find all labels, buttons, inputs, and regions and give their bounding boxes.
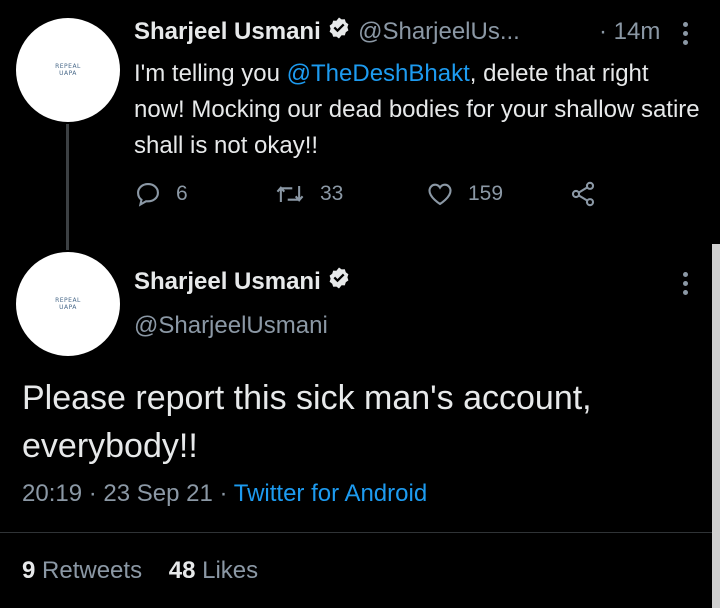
like-count: 159 [468,182,504,205]
more-options-icon[interactable] [682,272,688,295]
retweet-icon [274,180,306,208]
tweet1-actions: 6 33 159 [134,180,694,216]
author-name[interactable]: Sharjeel Usmani [134,18,321,45]
reply-icon [134,180,162,208]
tweet-text-start: I'm telling you [134,60,287,87]
separator-dot: · [88,480,97,507]
tweet-time[interactable]: 20:19 [22,480,82,507]
author-name[interactable]: Sharjeel Usmani [134,268,321,295]
likes-count: 48 [168,557,196,584]
author-handle[interactable]: @SharjeelUsmani [134,310,328,342]
more-options-icon[interactable] [682,22,688,45]
avatar-logo-line-1: REPEAL [55,63,81,70]
reply-button[interactable]: 6 [134,180,188,208]
share-icon [568,180,598,208]
tweet2-text: Please report this sick man's account, e… [22,379,592,465]
thread-connector-line [66,124,69,250]
retweets-count: 9 [22,557,36,584]
likes-stat[interactable]: 48 Likes [169,557,258,584]
tweet-metadata: 20:19 · 23 Sep 21 · Twitter for Android [22,478,427,510]
tweet1-text: I'm telling you @TheDeshBhakt, delete th… [134,56,704,164]
author-handle[interactable]: @SharjeelUs... [358,18,520,45]
divider [0,532,720,533]
reply-count: 6 [176,182,188,205]
likes-label: Likes [202,557,259,584]
scrollbar[interactable] [712,244,720,608]
avatar-logo-line-2: UAPA [59,304,77,311]
tweet-stats: 9 Retweets 48 Likes [22,555,258,587]
avatar-logo-line-2: UAPA [59,70,77,77]
retweets-label: Retweets [42,557,143,584]
separator-dot: · [219,480,228,507]
tweet-source-link[interactable]: Twitter for Android [234,480,427,507]
tweet1-header: Sharjeel Usmani @SharjeelUs... · 14m [134,16,660,49]
tweet-date[interactable]: 23 Sep 21 [103,480,212,507]
like-button[interactable]: 159 [426,180,503,208]
avatar[interactable]: REPEAL UAPA [16,18,120,122]
retweets-stat[interactable]: 9 Retweets [22,557,142,584]
tweet-timestamp[interactable]: · 14m [599,16,660,48]
retweet-button[interactable]: 33 [274,180,343,208]
share-button[interactable] [568,180,598,208]
avatar-logo-line-1: REPEAL [55,297,81,304]
retweet-count: 33 [320,182,344,205]
tweet2-author: Sharjeel Usmani [134,266,351,299]
like-icon [426,180,454,208]
mention-link[interactable]: @TheDeshBhakt [287,60,470,87]
verified-badge-icon [327,266,351,299]
verified-badge-icon [327,16,351,49]
avatar[interactable]: REPEAL UAPA [16,252,120,356]
